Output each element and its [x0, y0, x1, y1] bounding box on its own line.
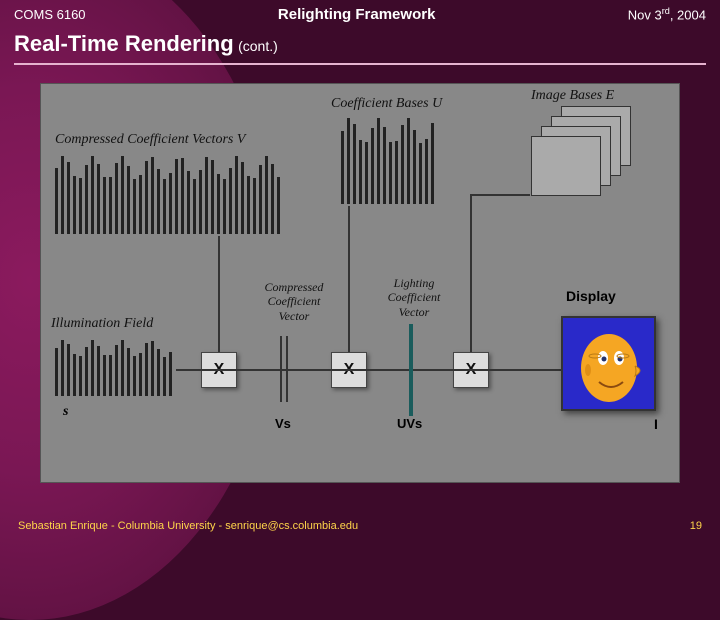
display-box	[561, 316, 656, 411]
connector-u-to-x2	[348, 206, 350, 352]
page-number: 19	[690, 520, 702, 532]
footer-author: Sebastian Enrique - Columbia University …	[18, 520, 358, 532]
slide-title-row: Real-Time Rendering (cont.)	[0, 27, 720, 61]
connector-v-to-x1	[218, 236, 220, 352]
label-compressed-coefficient-vectors: Compressed Coefficient Vectors V	[55, 132, 245, 148]
label-image-bases: Image Bases E	[531, 88, 614, 104]
course-code: COMS 6160	[14, 7, 86, 22]
diagram-container: Compressed Coefficient Vectors V Coeffic…	[40, 83, 680, 483]
label-coefficient-bases: Coefficient Bases U	[331, 96, 442, 112]
label-uvs: UVs	[397, 416, 422, 431]
slide-title: Real-Time Rendering	[14, 31, 234, 56]
label-compressed-coefficient-vector: Compressed Coefficient Vector	[239, 280, 349, 323]
slide-header: COMS 6160 Relighting Framework Nov 3rd, …	[0, 0, 720, 27]
connector-e-to-x3	[470, 194, 472, 352]
bars-u	[341, 116, 441, 204]
label-illumination-field: Illumination Field	[51, 316, 153, 332]
date: Nov 3rd, 2004	[628, 6, 706, 22]
pipeline-line	[176, 369, 566, 371]
vs-vector-line	[280, 336, 282, 402]
connector-e-horiz	[470, 194, 530, 196]
label-i: I	[654, 416, 658, 432]
bars-illumination	[55, 338, 175, 396]
vs-vector-line2	[286, 336, 288, 402]
diagram: Compressed Coefficient Vectors V Coeffic…	[41, 84, 679, 482]
label-s: s	[63, 404, 68, 420]
slide-subtitle: (cont.)	[238, 38, 278, 54]
label-vs: Vs	[275, 416, 291, 431]
label-lighting-coefficient-vector: Lighting Coefficient Vector	[369, 276, 459, 319]
label-display: Display	[566, 288, 616, 304]
bars-v	[55, 154, 287, 234]
face-icon	[563, 318, 658, 413]
title-underline	[14, 63, 706, 65]
presentation-title: Relighting Framework	[278, 6, 436, 23]
slide-footer: Sebastian Enrique - Columbia University …	[0, 520, 720, 532]
uvs-vector-line	[409, 324, 413, 416]
